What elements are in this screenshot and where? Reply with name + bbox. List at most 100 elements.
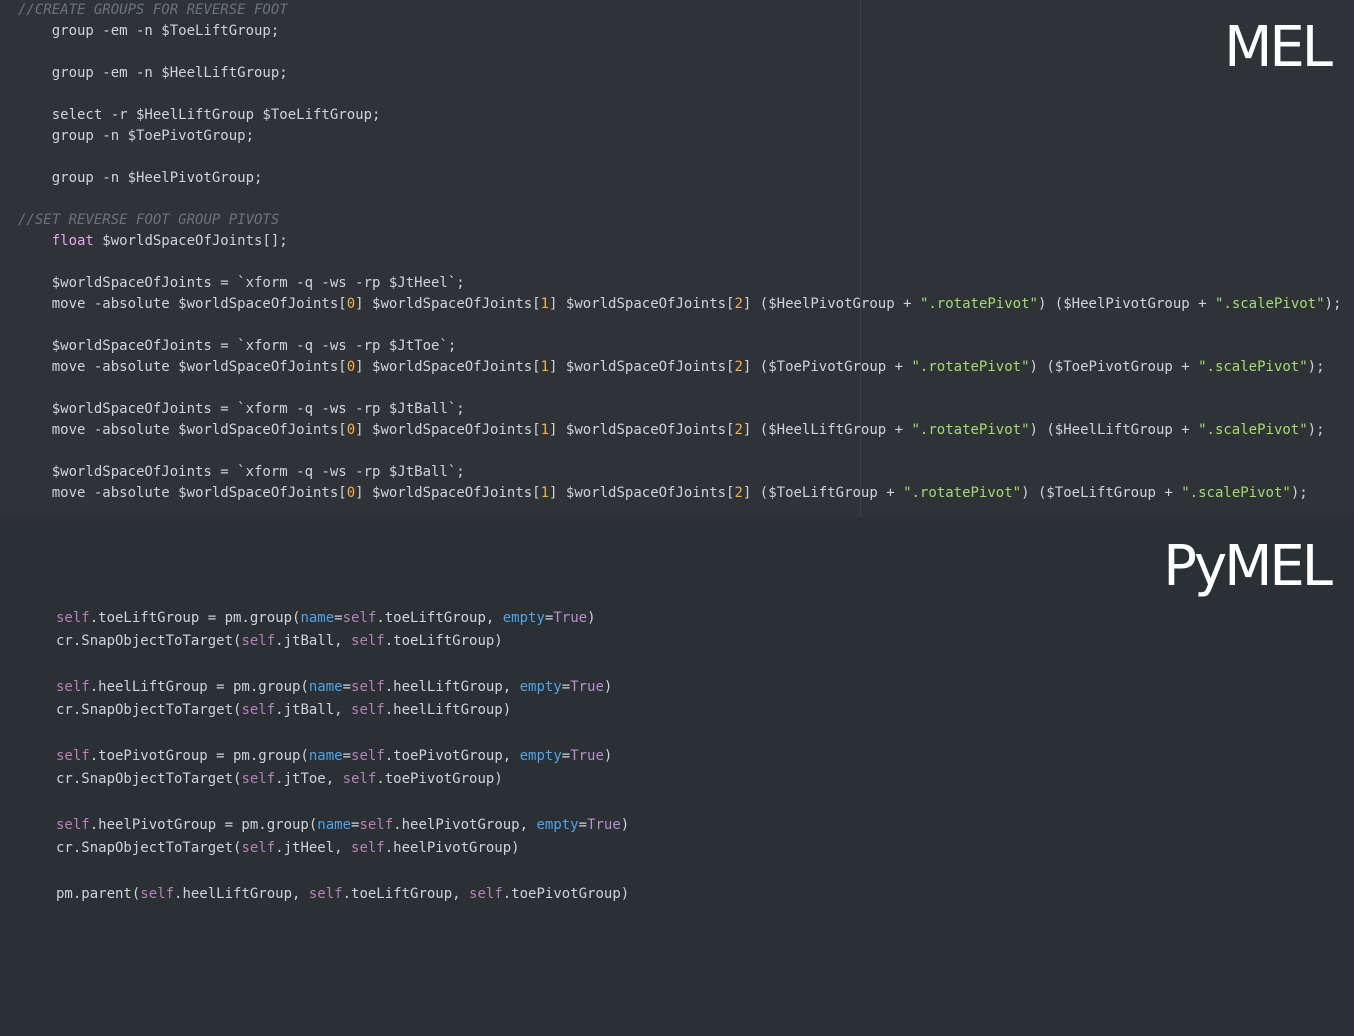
pymel-code-block: self.toeLiftGroup = pm.group(name=self.t… xyxy=(56,607,629,906)
code-line: self.heelLiftGroup = pm.group(name=self.… xyxy=(56,676,629,699)
code-token-plain: $worldSpaceOfJoints[]; xyxy=(93,233,288,249)
code-token-plain: .toePivotGroup = pm.group( xyxy=(89,748,309,764)
code-token-self: self xyxy=(56,748,90,764)
code-line: $worldSpaceOfJoints = `xform -q -ws -rp … xyxy=(18,399,1341,420)
code-line: group -em -n $HeelLiftGroup; xyxy=(18,63,1341,84)
code-token-self: self xyxy=(56,610,90,626)
code-token-plain: ] $worldSpaceOfJoints[ xyxy=(549,422,735,438)
code-token-plain: move -absolute $worldSpaceOfJoints[ xyxy=(18,485,347,501)
code-token-plain: ] $worldSpaceOfJoints[ xyxy=(355,296,541,312)
code-token-plain: .jtToe, xyxy=(275,771,343,787)
pymel-panel-title: PyMEL xyxy=(1163,534,1333,599)
code-token-plain: .heelLiftGroup) xyxy=(384,702,512,718)
code-token-kwarg: name xyxy=(300,610,335,626)
code-token-number: 0 xyxy=(346,359,356,375)
code-token-string: ".scalePivot" xyxy=(1181,485,1291,501)
code-token-plain: ) ($ToeLiftGroup + xyxy=(1021,485,1182,501)
code-token-plain: .jtBall, xyxy=(275,633,352,649)
code-token-plain: .toeLiftGroup) xyxy=(384,633,503,649)
code-token-plain: cr.SnapObjectToTarget( xyxy=(56,633,242,649)
code-token-self: self xyxy=(359,817,394,833)
code-token-plain: cr.SnapObjectToTarget( xyxy=(56,840,242,856)
code-token-plain: .toePivotGroup) xyxy=(376,771,503,787)
mel-code-block: //CREATE GROUPS FOR REVERSE FOOT group -… xyxy=(18,0,1341,504)
code-token-plain: group -n $ToePivotGroup; xyxy=(18,128,255,144)
code-line: self.toeLiftGroup = pm.group(name=self.t… xyxy=(56,607,629,630)
code-token-number: 1 xyxy=(540,296,550,312)
code-token-self: self xyxy=(351,633,385,649)
code-token-self: self xyxy=(351,748,385,764)
code-token-plain: ] $worldSpaceOfJoints[ xyxy=(355,359,541,375)
code-token-plain: .toePivotGroup, xyxy=(384,748,520,764)
code-token-plain: ); xyxy=(1324,296,1342,312)
code-token-self: self xyxy=(56,817,90,833)
code-token-const: True xyxy=(570,748,604,764)
code-line: $worldSpaceOfJoints = `xform -q -ws -rp … xyxy=(18,336,1341,357)
code-line: move -absolute $worldSpaceOfJoints[0] $w… xyxy=(18,357,1341,378)
code-line: group -em -n $ToeLiftGroup; xyxy=(18,21,1341,42)
code-token-plain: = xyxy=(334,610,343,626)
code-token-number: 1 xyxy=(540,359,550,375)
code-token-plain: ) ($HeelLiftGroup + xyxy=(1029,422,1199,438)
code-token-plain: = xyxy=(561,748,571,764)
code-line: group -n $HeelPivotGroup; xyxy=(18,168,1341,189)
code-token-plain: ] $worldSpaceOfJoints[ xyxy=(549,296,735,312)
code-token-number: 2 xyxy=(734,359,743,375)
code-line: move -absolute $worldSpaceOfJoints[0 ] $w… xyxy=(18,483,1341,504)
code-line: cr.SnapObjectToTarget(self.jtToe, self.t… xyxy=(56,768,629,791)
pymel-code-panel: PyMEL self.toeLiftGroup = pm.group(name=… xyxy=(0,517,1354,1036)
code-token-kwarg: empty xyxy=(519,679,562,695)
code-token-plain: .heelPivotGroup, xyxy=(393,817,537,833)
code-token-kwarg: empty xyxy=(519,748,562,764)
code-token-type: float xyxy=(51,233,94,249)
code-token-plain: ); xyxy=(1290,485,1308,501)
code-token-plain: ) ($HeelPivotGroup + xyxy=(1037,296,1215,312)
code-line: //SET REVERSE FOOT GROUP PIVOTS xyxy=(18,210,1341,231)
code-token-plain: group -n $HeelPivotGroup; xyxy=(18,170,263,186)
code-token-plain: select -r $HeelLiftGroup $ToeLiftGroup; xyxy=(18,107,381,123)
code-token-number: 1 xyxy=(540,422,550,438)
code-token-number: 1 xyxy=(540,485,550,501)
code-token-self: self xyxy=(56,679,90,695)
code-token-plain: .heelLiftGroup, xyxy=(174,886,309,902)
code-token-plain: ) xyxy=(603,748,613,764)
code-token-string: ".rotatePivot" xyxy=(903,485,1022,501)
code-token-plain: cr.SnapObjectToTarget( xyxy=(56,702,242,718)
code-token-string: ".scalePivot" xyxy=(1198,422,1308,438)
code-token-self: self xyxy=(469,886,503,902)
code-token-plain: ) ($ToePivotGroup + xyxy=(1029,359,1199,375)
code-token-plain: ) xyxy=(603,679,613,695)
code-token-const: True xyxy=(570,679,604,695)
code-token-plain: .heelPivotGroup) xyxy=(384,840,520,856)
mel-code-panel: MEL //CREATE GROUPS FOR REVERSE FOOT gro… xyxy=(0,0,1354,517)
code-token-plain: ) xyxy=(620,817,630,833)
code-line: group -n $ToePivotGroup; xyxy=(18,126,1341,147)
code-token-plain: = xyxy=(342,679,352,695)
code-token-string: ".rotatePivot" xyxy=(911,359,1030,375)
code-token-const: True xyxy=(587,817,621,833)
code-token-self: self xyxy=(342,610,377,626)
code-token-kwarg: empty xyxy=(536,817,579,833)
code-line: float $worldSpaceOfJoints[]; xyxy=(18,231,1341,252)
code-token-number: 0 xyxy=(346,485,356,501)
code-token-plain: $worldSpaceOfJoints = `xform -q -ws -rp … xyxy=(18,338,457,354)
code-token-plain: .heelPivotGroup = pm.group( xyxy=(89,817,318,833)
code-token-kwarg: name xyxy=(308,748,343,764)
code-token-self: self xyxy=(241,702,276,718)
code-token-const: True xyxy=(553,610,588,626)
code-token-number: 0 xyxy=(346,296,356,312)
code-token-plain: .heelLiftGroup, xyxy=(384,679,520,695)
code-token-plain: ] $worldSpaceOfJoints[ xyxy=(549,485,735,501)
code-token-self: self xyxy=(241,840,276,856)
code-token-plain: .toeLiftGroup, xyxy=(342,886,470,902)
code-line: move -absolute $worldSpaceOfJoints[0] $w… xyxy=(18,294,1342,315)
code-line: cr.SnapObjectToTarget(self.jtBall, self.… xyxy=(56,630,629,653)
